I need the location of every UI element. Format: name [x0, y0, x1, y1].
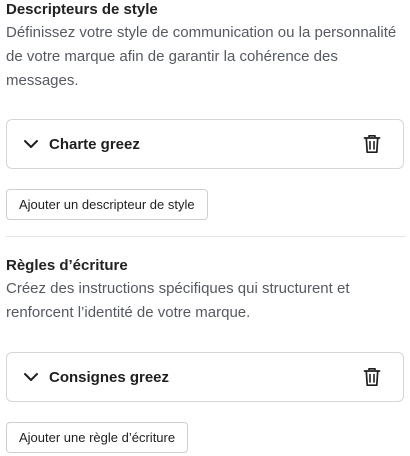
style-descriptor-label: Charte greez — [49, 135, 140, 153]
writing-rules-section: Règles d’écriture Créez des instructions… — [6, 256, 406, 325]
writing-rule-label: Consignes greez — [49, 368, 170, 386]
writing-rule-item[interactable]: Consignes greez — [6, 352, 404, 402]
style-descriptors-description: Définissez votre style de communication … — [6, 24, 397, 89]
chevron-down-icon[interactable] — [21, 134, 41, 154]
writing-rules-description: Créez des instructions spécifiques qui s… — [6, 280, 350, 321]
chevron-down-icon[interactable] — [21, 367, 41, 387]
style-descriptor-item[interactable]: Charte greez — [6, 119, 404, 169]
style-descriptors-section: Descripteurs de style Définissez votre s… — [6, 0, 406, 93]
trash-icon[interactable] — [361, 133, 383, 155]
section-divider — [6, 236, 406, 237]
style-descriptors-title: Descripteurs de style — [6, 1, 158, 18]
add-writing-rule-button[interactable]: Ajouter une règle d’écriture — [6, 422, 189, 453]
add-style-descriptor-button[interactable]: Ajouter un descripteur de style — [6, 189, 208, 220]
writing-rules-title: Règles d’écriture — [6, 257, 128, 274]
trash-icon[interactable] — [361, 366, 383, 388]
